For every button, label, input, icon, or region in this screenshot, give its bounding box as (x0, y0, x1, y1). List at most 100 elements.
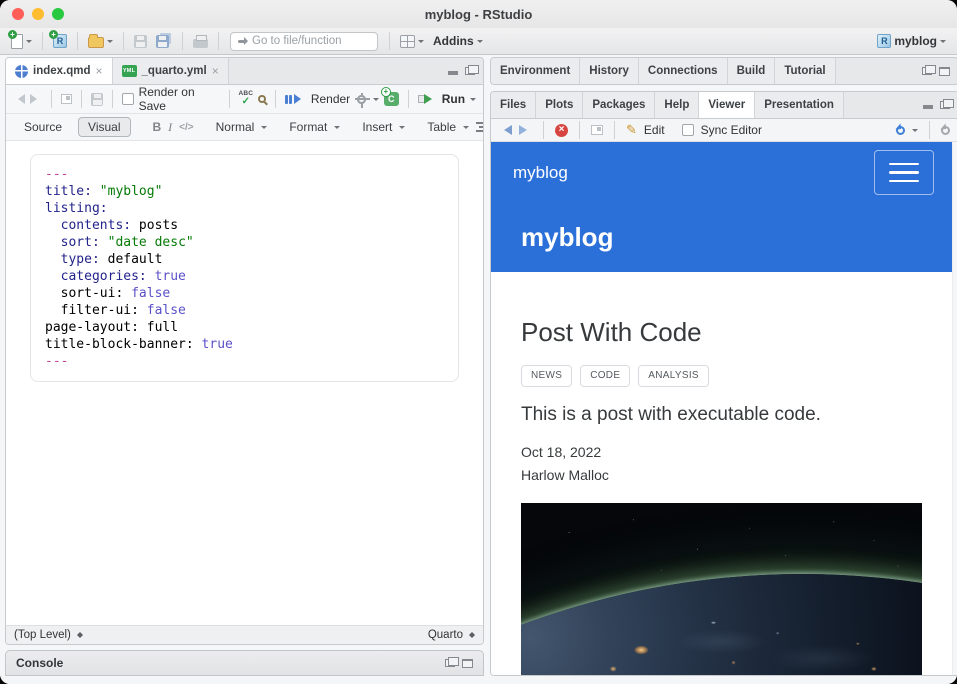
italic-button[interactable]: I (168, 120, 172, 135)
paragraph-style-dropdown[interactable]: Normal (216, 120, 255, 134)
divider (543, 121, 544, 139)
bold-button[interactable]: B (153, 120, 162, 134)
sync-editor-checkbox[interactable] (682, 124, 694, 136)
addins-label: Addins (433, 34, 474, 48)
outline-toggle-icon[interactable] (476, 122, 484, 132)
scope-selector[interactable]: (Top Level) (14, 629, 71, 641)
edit-button[interactable]: Edit (644, 123, 665, 137)
save-icon[interactable] (91, 93, 103, 106)
yaml-code[interactable]: ---title: "myblog"listing: contents: pos… (30, 154, 459, 382)
restore-pane-icon[interactable] (922, 67, 932, 75)
pane-buttons (923, 92, 957, 118)
console-pane-header[interactable]: Console (5, 650, 484, 676)
visual-mode-button[interactable]: Visual (78, 117, 130, 137)
restore-pane-icon[interactable] (445, 659, 455, 667)
editor-toolbar: Render on Save ABC✓ Render C Run (6, 85, 483, 114)
open-in-new-window-icon[interactable] (61, 94, 72, 104)
tab-packages[interactable]: Packages (583, 92, 655, 118)
chevron-down-icon[interactable] (912, 129, 918, 135)
source-mode-button[interactable]: Source (15, 118, 71, 136)
tab-connections[interactable]: Connections (639, 58, 728, 84)
tab-label: _quarto.yml (142, 65, 207, 77)
post-title[interactable]: Post With Code (521, 316, 922, 350)
pane-buttons (448, 58, 483, 84)
maximize-pane-icon[interactable] (462, 659, 473, 668)
open-file-button[interactable] (85, 32, 116, 50)
chevron-down-icon (463, 126, 469, 132)
files-tabbar: Files Plots Packages Help Viewer Present… (491, 92, 957, 119)
tab-build[interactable]: Build (728, 58, 776, 84)
tab-history[interactable]: History (580, 58, 639, 84)
insert-menu[interactable]: Insert (362, 120, 392, 134)
category-badge[interactable]: NEWS (521, 365, 572, 387)
category-badge[interactable]: ANALYSIS (638, 365, 709, 387)
viewer-scrollbar-gutter[interactable] (952, 142, 957, 675)
refresh-icon[interactable] (941, 126, 950, 135)
divider (579, 121, 580, 139)
chevron-down-icon[interactable] (373, 98, 379, 104)
sync-viewer-icon[interactable] (896, 126, 905, 135)
pane-layout-button[interactable] (397, 33, 427, 50)
print-button[interactable] (190, 33, 211, 50)
minimize-pane-icon[interactable] (448, 71, 458, 75)
post-author: Harlow Malloc (521, 467, 922, 483)
maximize-pane-icon[interactable] (939, 67, 950, 76)
forward-icon[interactable] (30, 94, 42, 104)
tab-presentation[interactable]: Presentation (755, 92, 844, 118)
new-project-button[interactable]: R (50, 32, 70, 50)
maximize-pane-icon[interactable] (465, 67, 475, 75)
minimize-pane-icon[interactable] (923, 105, 933, 109)
open-folder-icon (88, 37, 104, 48)
chevron-down-icon (418, 40, 424, 46)
doc-format-selector[interactable]: Quarto (428, 629, 463, 641)
run-button[interactable]: Run (442, 92, 465, 106)
stop-icon[interactable]: × (555, 124, 568, 137)
forward-icon[interactable] (519, 125, 532, 135)
save-all-button[interactable] (153, 33, 175, 50)
open-in-new-window-icon[interactable] (591, 125, 603, 135)
back-icon[interactable] (499, 125, 512, 135)
project-menu-button[interactable]: Rmyblog (874, 32, 949, 50)
chevron-down-icon (26, 40, 32, 46)
close-icon[interactable]: × (212, 64, 219, 78)
goto-arrow-icon (238, 40, 247, 43)
tab-viewer[interactable]: Viewer (699, 92, 755, 118)
chevron-down-icon[interactable] (470, 98, 476, 104)
tab-tutorial[interactable]: Tutorial (775, 58, 835, 84)
addins-button[interactable]: Addins (430, 32, 486, 50)
render-on-save-checkbox[interactable] (122, 93, 133, 105)
tab-index-qmd[interactable]: index.qmd × (6, 58, 113, 84)
maximize-pane-icon[interactable] (940, 101, 950, 109)
chevron-down-icon (107, 40, 113, 46)
visual-editor[interactable]: ---title: "myblog"listing: contents: pos… (6, 141, 483, 625)
insert-chunk-icon[interactable]: C (384, 92, 399, 106)
post-description: This is a post with executable code. (521, 404, 922, 426)
goto-file-search[interactable] (230, 32, 378, 51)
render-button[interactable]: Render (311, 92, 350, 106)
tab-files[interactable]: Files (491, 92, 536, 118)
tab-environment[interactable]: Environment (491, 58, 580, 84)
hamburger-menu-button[interactable] (874, 150, 934, 195)
search-icon[interactable] (258, 95, 266, 103)
tab-quarto-yml[interactable]: YML _quarto.yml × (113, 58, 229, 84)
close-icon[interactable]: × (96, 64, 103, 78)
save-button[interactable] (131, 33, 150, 50)
save-icon (134, 35, 147, 48)
code-button[interactable]: </> (179, 122, 193, 133)
category-badge[interactable]: CODE (580, 365, 630, 387)
blog-navbar-title[interactable]: myblog (513, 163, 568, 183)
format-menu[interactable]: Format (289, 120, 327, 134)
new-file-button[interactable] (8, 32, 35, 51)
back-icon[interactable] (13, 94, 25, 104)
gear-icon[interactable] (357, 95, 366, 104)
tab-help[interactable]: Help (655, 92, 699, 118)
save-all-icon (156, 35, 169, 48)
viewer-toolbar: × ✎ Edit Sync Editor (491, 119, 957, 142)
goto-file-input[interactable] (252, 35, 362, 47)
quarto-file-icon (15, 65, 28, 78)
divider (229, 90, 230, 108)
spellcheck-icon[interactable]: ABC✓ (238, 91, 253, 107)
rstudio-window: myblog - RStudio R Addins Rmyblog (0, 0, 957, 684)
table-menu[interactable]: Table (427, 120, 456, 134)
tab-plots[interactable]: Plots (536, 92, 583, 118)
